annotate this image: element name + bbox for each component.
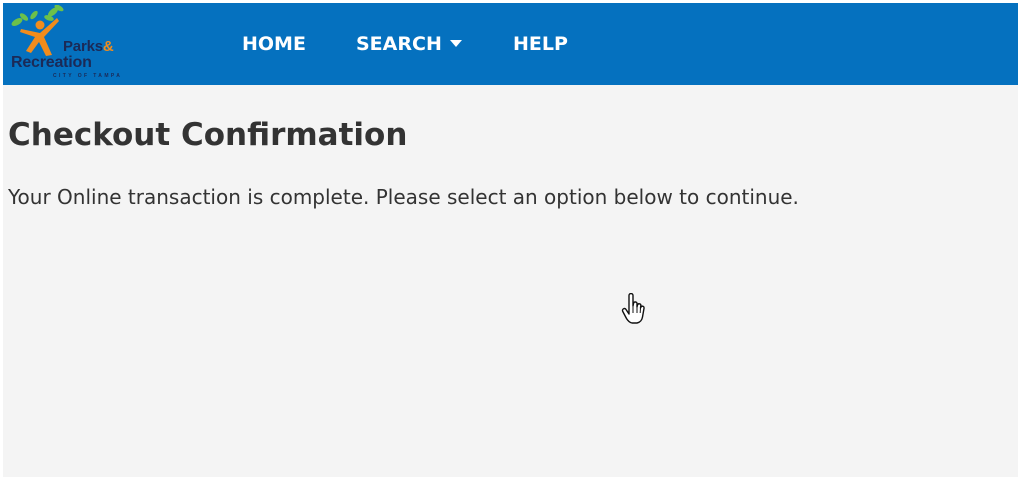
logo-text-recreation: Recreation (11, 54, 92, 71)
app-frame: Parks& Recreation CITY OF TAMPA HOME SEA… (3, 3, 1018, 477)
nav-help-link[interactable]: HELP (513, 31, 568, 57)
logo-text-parks: Parks& (63, 38, 114, 55)
nav-search-label: SEARCH (356, 33, 442, 55)
hand-pointer-icon (621, 293, 645, 324)
nav-home-link[interactable]: HOME (242, 31, 306, 57)
parks-recreation-logo[interactable]: Parks& Recreation CITY OF TAMPA (7, 5, 127, 83)
confirmation-message: Your Online transaction is complete. Ple… (8, 185, 799, 209)
logo-parks-word: Parks (63, 38, 103, 55)
caret-down-icon (449, 40, 462, 47)
logo-text-city: CITY OF TAMPA (53, 73, 123, 79)
page-title: Checkout Confirmation (8, 117, 408, 153)
nav-search-dropdown[interactable]: SEARCH (356, 31, 462, 57)
top-navbar: Parks& Recreation CITY OF TAMPA HOME SEA… (3, 3, 1018, 85)
nav-help-label: HELP (513, 33, 568, 55)
logo-ampersand: & (102, 38, 114, 55)
nav-home-label: HOME (242, 33, 306, 55)
